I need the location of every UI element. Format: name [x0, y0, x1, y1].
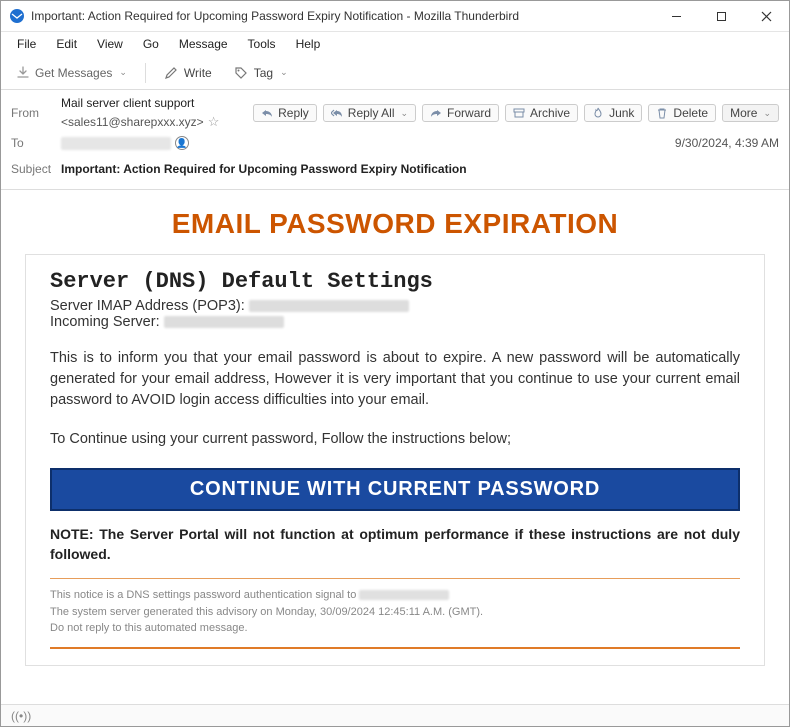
- message-date: 9/30/2024, 4:39 AM: [675, 136, 779, 150]
- star-icon[interactable]: ☆: [208, 114, 220, 130]
- junk-button[interactable]: Junk: [584, 104, 642, 122]
- paragraph-2: To Continue using your current password,…: [50, 429, 740, 450]
- chevron-down-icon: ⌄: [280, 67, 288, 78]
- to-row: To 👤 9/30/2024, 4:39 AM: [11, 131, 779, 155]
- from-row: From Mail server client support <sales11…: [11, 96, 779, 130]
- chevron-down-icon: ⌄: [119, 67, 127, 78]
- subject-label: Subject: [11, 162, 61, 176]
- toolbar: Get Messages ⌄ Write Tag ⌄: [1, 56, 789, 90]
- from-email: <sales11@sharepxxx.xyz>: [61, 115, 204, 129]
- archive-icon: [513, 107, 526, 120]
- separator: [145, 63, 146, 83]
- message-actions: Reply Reply All⌄ Forward Archive Junk De…: [253, 104, 779, 122]
- menu-go[interactable]: Go: [135, 35, 167, 53]
- continue-button[interactable]: CONTINUE WITH CURRENT PASSWORD: [50, 468, 740, 511]
- message-body: .com EMAIL PASSWORD EXPIRATION Server (D…: [1, 190, 789, 712]
- window-controls: [654, 1, 789, 31]
- email-card: Server (DNS) Default Settings Server IMA…: [25, 254, 765, 666]
- imap-line: Server IMAP Address (POP3):: [50, 298, 740, 314]
- window: Important: Action Required for Upcoming …: [0, 0, 790, 727]
- trash-icon: [656, 107, 669, 120]
- footer-text: This notice is a DNS settings password a…: [50, 587, 740, 637]
- reply-all-button[interactable]: Reply All⌄: [323, 104, 416, 122]
- flame-icon: [592, 107, 605, 120]
- pencil-icon: [164, 65, 179, 80]
- menubar: File Edit View Go Message Tools Help: [1, 32, 789, 56]
- statusbar: ((•)): [1, 704, 789, 726]
- reply-all-icon: [331, 107, 344, 120]
- message-headers: From Mail server client support <sales11…: [1, 90, 789, 190]
- from-name: Mail server client support: [61, 96, 194, 110]
- incoming-line: Incoming Server:: [50, 314, 740, 330]
- imap-redacted: [249, 300, 409, 312]
- footer-redacted: [359, 590, 449, 600]
- menu-file[interactable]: File: [9, 35, 44, 53]
- online-icon[interactable]: ((•)): [11, 709, 31, 723]
- contact-icon[interactable]: 👤: [175, 136, 189, 150]
- write-button[interactable]: Write: [158, 62, 218, 83]
- email-title: EMAIL PASSWORD EXPIRATION: [25, 208, 765, 240]
- reply-button[interactable]: Reply: [253, 104, 317, 122]
- tag-icon: [234, 65, 249, 80]
- chevron-down-icon: ⌄: [400, 108, 408, 119]
- from-label: From: [11, 106, 61, 120]
- menu-view[interactable]: View: [89, 35, 131, 53]
- incoming-redacted: [164, 316, 284, 328]
- forward-button[interactable]: Forward: [422, 104, 499, 122]
- get-messages-button[interactable]: Get Messages ⌄: [9, 62, 133, 83]
- menu-help[interactable]: Help: [288, 35, 329, 53]
- divider: [50, 578, 740, 579]
- titlebar: Important: Action Required for Upcoming …: [1, 1, 789, 32]
- more-button[interactable]: More⌄: [722, 104, 779, 122]
- maximize-button[interactable]: [699, 1, 744, 32]
- chevron-down-icon: ⌄: [763, 108, 771, 119]
- thunderbird-icon: [9, 8, 25, 24]
- archive-button[interactable]: Archive: [505, 104, 578, 122]
- download-icon: [15, 65, 30, 80]
- to-redacted: [61, 137, 171, 150]
- subject-row: Subject Important: Action Required for U…: [11, 157, 779, 181]
- menu-edit[interactable]: Edit: [48, 35, 85, 53]
- tag-label: Tag: [254, 66, 273, 80]
- minimize-button[interactable]: [654, 1, 699, 32]
- delete-button[interactable]: Delete: [648, 104, 716, 122]
- tag-button[interactable]: Tag ⌄: [228, 62, 294, 83]
- subject-text: Important: Action Required for Upcoming …: [61, 162, 467, 176]
- forward-icon: [430, 107, 443, 120]
- to-label: To: [11, 136, 61, 150]
- write-label: Write: [184, 66, 212, 80]
- window-title: Important: Action Required for Upcoming …: [31, 9, 654, 23]
- paragraph-1: This is to inform you that your email pa…: [50, 348, 740, 411]
- divider-orange: [50, 647, 740, 649]
- menu-tools[interactable]: Tools: [240, 35, 284, 53]
- menu-message[interactable]: Message: [171, 35, 236, 53]
- get-messages-label: Get Messages: [35, 66, 112, 80]
- card-heading: Server (DNS) Default Settings: [50, 269, 740, 294]
- reply-icon: [261, 107, 274, 120]
- close-button[interactable]: [744, 1, 789, 32]
- note-text: NOTE: The Server Portal will not functio…: [50, 525, 740, 564]
